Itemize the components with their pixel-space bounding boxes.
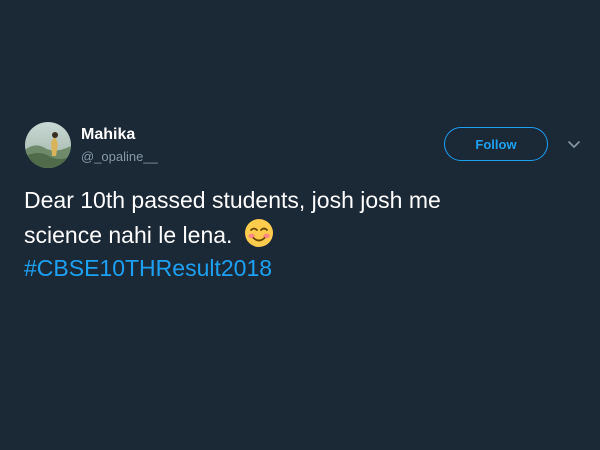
tweet-text-line2: science nahi le lena. bbox=[24, 222, 233, 248]
follow-button[interactable]: Follow bbox=[444, 127, 548, 161]
tweet-text: Dear 10th passed students, josh josh me … bbox=[24, 184, 584, 285]
hashtag-link[interactable]: #CBSE10THResult2018 bbox=[24, 255, 272, 281]
tweet-card: Mahika @_opaline__ Follow Dear 10th pass… bbox=[0, 0, 600, 450]
tweet-text-line1: Dear 10th passed students, josh josh me bbox=[24, 187, 441, 213]
chevron-down-icon[interactable] bbox=[566, 136, 582, 152]
user-info: Mahika @_opaline__ bbox=[81, 125, 158, 166]
display-name[interactable]: Mahika bbox=[81, 125, 158, 145]
avatar[interactable] bbox=[25, 122, 71, 168]
user-handle[interactable]: @_opaline__ bbox=[81, 148, 158, 166]
smiling-face-with-blush-icon bbox=[243, 217, 275, 249]
avatar-photo bbox=[25, 122, 71, 168]
